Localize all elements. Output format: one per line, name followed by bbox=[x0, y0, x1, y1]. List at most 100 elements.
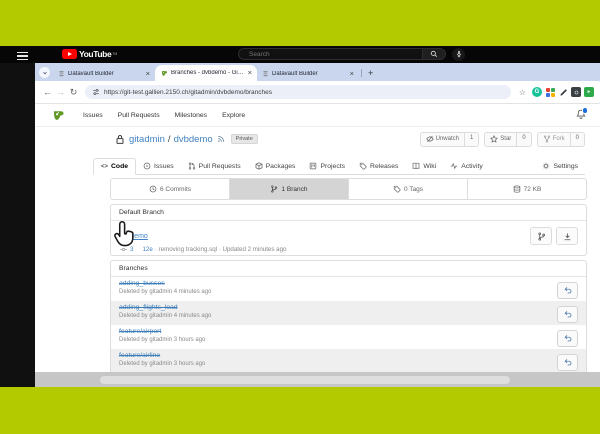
latest-commit-line: 3 12e · removing tracking.sql · Updated 2… bbox=[119, 246, 578, 253]
tab-close-icon[interactable]: × bbox=[248, 69, 252, 77]
restore-branch-button[interactable] bbox=[557, 305, 578, 323]
compare-branches-button[interactable] bbox=[530, 227, 552, 245]
private-badge: Private bbox=[230, 134, 258, 144]
extension-camera-icon[interactable] bbox=[571, 87, 581, 97]
tab-close-icon[interactable]: × bbox=[350, 69, 354, 77]
nav-item-milestones[interactable]: Milestones bbox=[175, 112, 208, 119]
youtube-search-button[interactable] bbox=[422, 48, 446, 60]
microphone-icon bbox=[456, 50, 461, 58]
tab-close-icon[interactable]: × bbox=[146, 69, 150, 77]
reload-button[interactable]: ↻ bbox=[67, 87, 80, 98]
tag-icon bbox=[393, 185, 401, 193]
voice-search-button[interactable] bbox=[452, 47, 465, 61]
tab-projects[interactable]: Projects bbox=[302, 158, 352, 174]
default-branch-link[interactable]: dvbdemo bbox=[119, 233, 148, 240]
repo-header: gitadmin / dvbdemo Private Unwatch 1 Sta… bbox=[115, 130, 585, 148]
new-tab-button[interactable]: + bbox=[368, 68, 373, 78]
deleted-branch-link[interactable]: adding_busses bbox=[119, 280, 578, 287]
nav-item-pull-requests[interactable]: Pull Requests bbox=[118, 112, 160, 119]
repo-name-link[interactable]: dvbdemo bbox=[174, 134, 213, 145]
download-branch-button[interactable] bbox=[556, 227, 578, 245]
stat-commits[interactable]: 6 Commits bbox=[111, 179, 230, 199]
repo-tab-bar: <> Code Issues Pull Requests Packages Pr… bbox=[93, 151, 585, 175]
tab-settings[interactable]: Settings bbox=[535, 158, 585, 174]
browser-tab-gitea-branches[interactable]: Branches - dvbdemo - Gitea: A × bbox=[155, 65, 257, 81]
deleted-branch-link[interactable]: feature/airport bbox=[119, 328, 578, 335]
tab-wiki[interactable]: Wiki bbox=[405, 158, 443, 174]
forward-button[interactable]: → bbox=[54, 87, 67, 97]
tab-pull-requests[interactable]: Pull Requests bbox=[181, 158, 248, 174]
address-bar[interactable]: https://git-test.gallien.2150.ch/gitadmi… bbox=[85, 85, 511, 99]
issues-icon bbox=[143, 162, 151, 170]
hamburger-menu-icon[interactable] bbox=[17, 50, 28, 61]
video-content-area: Datavault Builder × Branches - dvbdemo -… bbox=[0, 63, 600, 387]
star-button[interactable]: Star bbox=[485, 132, 517, 146]
search-icon bbox=[430, 50, 438, 58]
deleted-branch-link[interactable]: feature/airline bbox=[119, 352, 578, 359]
gitea-page: Issues Pull Requests Milestones Explore bbox=[35, 104, 600, 372]
undo-icon bbox=[564, 287, 571, 294]
watch-count[interactable]: 1 bbox=[463, 132, 479, 146]
extension-grammarly-icon[interactable]: G bbox=[532, 87, 542, 97]
restore-branch-button[interactable] bbox=[557, 281, 578, 299]
unwatch-button[interactable]: Unwatch bbox=[420, 132, 464, 146]
pull-request-icon bbox=[188, 162, 195, 170]
back-button[interactable]: ← bbox=[41, 87, 54, 97]
gitea-navbar: Issues Pull Requests Milestones Explore bbox=[35, 104, 600, 127]
commit-meta: · removing tracking.sql · Updated 2 minu… bbox=[154, 246, 287, 253]
site-settings-icon[interactable] bbox=[92, 88, 100, 96]
youtube-logo-text: YouTube bbox=[79, 49, 112, 59]
deleted-branch-link[interactable]: adding_flights_load bbox=[119, 304, 578, 311]
tab-releases[interactable]: Releases bbox=[352, 158, 405, 174]
youtube-logo[interactable]: YouTube TM bbox=[62, 49, 117, 59]
eye-slash-icon bbox=[425, 135, 434, 143]
bookmark-star-icon[interactable]: ☆ bbox=[516, 88, 529, 97]
youtube-search-input[interactable] bbox=[247, 49, 422, 59]
fork-count[interactable]: 0 bbox=[569, 132, 584, 146]
star-count[interactable]: 0 bbox=[516, 132, 531, 146]
branch-meta: Deleted by gitadmin 3 hours ago bbox=[119, 360, 206, 367]
browser-tab-datavault-1[interactable]: Datavault Builder × bbox=[53, 66, 155, 81]
browser-tab-datavault-2[interactable]: Datavault Builder × bbox=[257, 66, 359, 81]
datavault-favicon bbox=[262, 70, 269, 77]
repo-title: gitadmin / dvbdemo Private bbox=[115, 134, 258, 145]
tab-code[interactable]: <> Code bbox=[93, 158, 137, 175]
youtube-logo-tm: TM bbox=[112, 52, 118, 56]
code-icon: <> bbox=[101, 163, 109, 170]
tab-search-button[interactable] bbox=[39, 67, 50, 78]
video-frame-bottom-band bbox=[0, 387, 600, 434]
stat-size[interactable]: 72 KB bbox=[468, 179, 586, 199]
branches-panel: Branches adding_busses Deleted by gitadm… bbox=[110, 260, 587, 372]
package-icon bbox=[255, 162, 263, 170]
branch-row: adding_flights_load Deleted by gitadmin … bbox=[111, 301, 586, 325]
repo-owner-link[interactable]: gitadmin bbox=[129, 134, 165, 145]
tab-activity[interactable]: Activity bbox=[443, 158, 490, 174]
default-branch-panel: Default Branch dvbdemo 3 12e · removing t… bbox=[110, 204, 587, 256]
chevron-down-icon bbox=[42, 71, 47, 74]
tab-packages[interactable]: Packages bbox=[248, 158, 303, 174]
gitea-logo[interactable] bbox=[51, 108, 65, 122]
database-icon bbox=[513, 185, 520, 193]
browser-window: Datavault Builder × Branches - dvbdemo -… bbox=[35, 63, 600, 387]
stat-branches[interactable]: 1 Branch bbox=[230, 179, 349, 199]
extension-pen-icon[interactable] bbox=[558, 87, 568, 97]
horizontal-scrollbar[interactable] bbox=[100, 375, 510, 384]
rss-icon[interactable] bbox=[217, 135, 225, 143]
project-board-icon bbox=[310, 162, 317, 170]
youtube-header: YouTube TM bbox=[0, 46, 600, 63]
tab-title: Datavault Builder bbox=[68, 70, 114, 77]
tab-issues[interactable]: Issues bbox=[136, 158, 181, 174]
restore-branch-button[interactable] bbox=[557, 353, 578, 371]
undo-icon bbox=[564, 335, 571, 342]
notification-bell-button[interactable] bbox=[576, 107, 588, 120]
restore-branch-button[interactable] bbox=[557, 329, 578, 347]
notification-badge bbox=[581, 107, 588, 114]
extension-colorful-icon[interactable] bbox=[545, 87, 555, 97]
wiki-book-icon bbox=[413, 162, 420, 170]
commit-hash[interactable]: 3 12e bbox=[130, 246, 153, 253]
fork-button[interactable]: Fork bbox=[537, 132, 570, 146]
nav-item-issues[interactable]: Issues bbox=[83, 112, 103, 119]
nav-item-explore[interactable]: Explore bbox=[222, 112, 245, 119]
extension-green-icon[interactable]: ▸ bbox=[584, 87, 594, 97]
stat-tags[interactable]: 0 Tags bbox=[349, 179, 468, 199]
